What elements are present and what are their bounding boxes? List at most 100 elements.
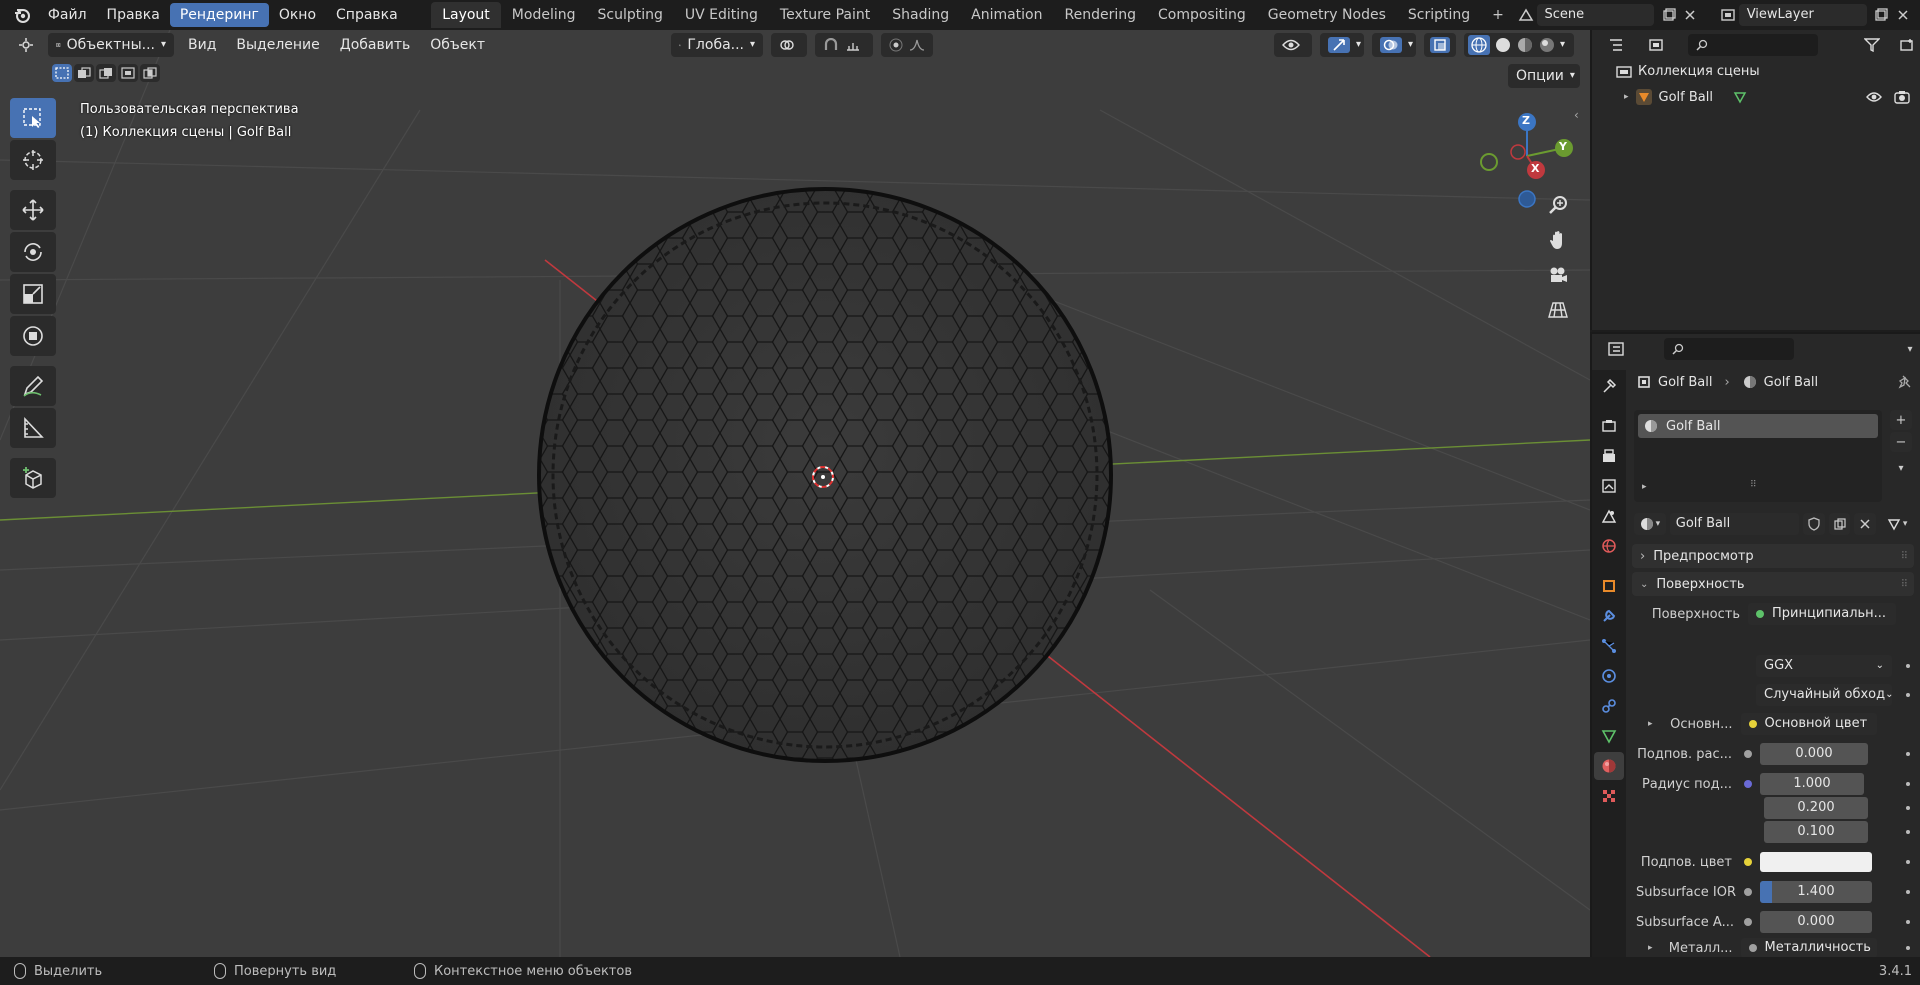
select-intersect-icon[interactable] (140, 64, 160, 82)
chevron-down-icon[interactable]: ▾ (1560, 33, 1565, 57)
surface-panel-header[interactable]: ⌄ Поверхность ⠿ (1632, 572, 1914, 596)
select-new-icon[interactable] (52, 64, 72, 82)
scale-tool[interactable] (10, 274, 56, 314)
options-dropdown[interactable]: Опции ▾ (1508, 64, 1580, 88)
mesh-data-icon[interactable] (1733, 90, 1747, 104)
unlink-material-icon[interactable] (1854, 513, 1877, 535)
cursor-tool[interactable] (10, 140, 56, 180)
link-data-icon[interactable]: ▾ (1880, 513, 1914, 535)
menu-help[interactable]: Справка (326, 3, 408, 27)
annotate-tool[interactable] (10, 366, 56, 406)
world-tab-icon[interactable] (1594, 532, 1624, 560)
animate-dot[interactable] (1906, 830, 1910, 834)
duplicate-material-icon[interactable] (1828, 513, 1851, 535)
preview-panel-header[interactable]: › Предпросмотр ⠿ (1632, 544, 1914, 568)
animate-dot[interactable] (1906, 693, 1910, 697)
output-tab-icon[interactable] (1594, 442, 1624, 470)
surface-shader-field[interactable]: Принципиальн... (1748, 603, 1896, 625)
drag-handle-icon[interactable]: ⠿ (1901, 579, 1908, 590)
rendered-shading-icon[interactable] (1538, 36, 1556, 54)
outliner-editor-type-icon[interactable] (1598, 34, 1634, 56)
3d-viewport[interactable]: Объектны... ▾ Вид Выделение Добавить Объ… (0, 30, 1590, 957)
add-cube-tool[interactable] (10, 458, 56, 498)
resize-grip-icon[interactable]: ⠿ (1750, 480, 1758, 490)
select-box-tool[interactable] (10, 98, 56, 138)
particles-tab-icon[interactable] (1594, 632, 1624, 660)
fake-user-shield-icon[interactable] (1802, 513, 1825, 535)
menu-object[interactable]: Объект (420, 37, 495, 53)
tab-compositing[interactable]: Compositing (1147, 2, 1257, 28)
animate-dot[interactable] (1906, 860, 1910, 864)
tab-rendering[interactable]: Rendering (1054, 2, 1148, 28)
animate-dot[interactable] (1906, 664, 1910, 668)
zoom-icon[interactable] (1543, 190, 1573, 220)
material-slot-item[interactable]: Golf Ball (1638, 414, 1878, 438)
constraints-tab-icon[interactable] (1594, 692, 1624, 720)
subsurface-radius-y-field[interactable]: 0.200 (1764, 797, 1868, 819)
slot-specials-icon[interactable]: ▾ (1890, 458, 1912, 478)
remove-slot-button[interactable]: − (1890, 432, 1912, 452)
interaction-mode-dropdown[interactable]: Объектны... ▾ (48, 33, 174, 57)
tab-scripting[interactable]: Scripting (1397, 2, 1481, 28)
subsurface-color-swatch[interactable] (1760, 852, 1872, 872)
value-socket-icon[interactable] (1744, 750, 1752, 758)
view-layer-field[interactable]: ViewLayer (1738, 4, 1867, 26)
animate-dot[interactable] (1906, 782, 1910, 786)
object-tab-icon[interactable] (1594, 572, 1624, 600)
display-mode-icon[interactable] (1638, 34, 1674, 56)
delete-scene-icon[interactable] (1679, 4, 1701, 26)
animate-dot[interactable] (1906, 806, 1910, 810)
physics-tab-icon[interactable] (1594, 662, 1624, 690)
menu-view[interactable]: Вид (178, 37, 226, 53)
pin-icon[interactable] (1898, 375, 1912, 389)
tab-texture-paint[interactable]: Texture Paint (769, 2, 881, 28)
tab-geometry-nodes[interactable]: Geometry Nodes (1257, 2, 1397, 28)
color-socket-icon[interactable] (1744, 858, 1752, 866)
gizmo-dropdown[interactable]: ▾ (1320, 33, 1364, 57)
menu-render[interactable]: Рендеринг (169, 3, 269, 27)
drag-handle-icon[interactable]: ⠿ (1901, 551, 1908, 562)
delete-view-layer-icon[interactable] (1892, 4, 1914, 26)
menu-file[interactable]: Файл (38, 3, 97, 27)
rotate-tool[interactable] (10, 232, 56, 272)
browse-material-icon[interactable]: ▾ (1634, 513, 1666, 535)
outliner-search-input[interactable] (1688, 34, 1818, 56)
new-collection-icon[interactable] (1894, 34, 1920, 56)
distribution-dropdown[interactable]: GGX ⌄ (1756, 655, 1892, 677)
snapping-dropdown[interactable] (815, 33, 874, 57)
scene-icon[interactable] (1515, 4, 1537, 26)
editor-type-icon[interactable] (10, 34, 44, 56)
transform-tool[interactable] (10, 316, 56, 356)
move-tool[interactable] (10, 190, 56, 230)
subsurface-method-dropdown[interactable]: Случайный обход ⌄ (1756, 684, 1892, 706)
tool-tab-icon[interactable] (1594, 372, 1624, 400)
render-camera-icon[interactable] (1894, 90, 1910, 104)
tab-uv-editing[interactable]: UV Editing (674, 2, 769, 28)
view-layer-icon[interactable] (1717, 4, 1739, 26)
properties-search-input[interactable] (1664, 338, 1794, 360)
subsurface-anisotropy-field[interactable]: 0.000 (1760, 911, 1872, 933)
metallic-link-field[interactable]: Металличность (1740, 938, 1877, 958)
outliner-collection-row[interactable]: Коллекция сцены (1616, 64, 1760, 79)
tab-layout[interactable]: Layout (431, 2, 501, 28)
xray-toggle[interactable] (1424, 33, 1456, 57)
blender-logo-icon[interactable] (12, 4, 32, 26)
add-workspace-button[interactable]: + (1481, 2, 1515, 28)
pivot-point-dropdown[interactable] (771, 33, 808, 57)
modifier-tab-icon[interactable] (1594, 602, 1624, 630)
tab-animation[interactable]: Animation (960, 2, 1053, 28)
filter-icon[interactable] (1854, 34, 1890, 56)
expand-arrow-icon[interactable]: ▸ (1624, 92, 1629, 102)
visibility-eye-icon[interactable] (1866, 91, 1882, 103)
subsurface-radius-x-field[interactable]: 1.000 (1760, 773, 1864, 795)
solid-shading-icon[interactable] (1494, 36, 1512, 54)
view-layer-tab-icon[interactable] (1594, 472, 1624, 500)
proportional-editing-dropdown[interactable] (881, 33, 934, 57)
sidebar-toggle-icon[interactable]: ‹ (1574, 108, 1579, 122)
animate-dot[interactable] (1906, 752, 1910, 756)
menu-window[interactable]: Окно (269, 3, 326, 27)
overlays-dropdown[interactable]: ▾ (1372, 33, 1416, 57)
pan-hand-icon[interactable] (1543, 225, 1573, 255)
subsurface-ior-slider[interactable]: 1.400 (1760, 881, 1872, 903)
tab-modeling[interactable]: Modeling (501, 2, 587, 28)
